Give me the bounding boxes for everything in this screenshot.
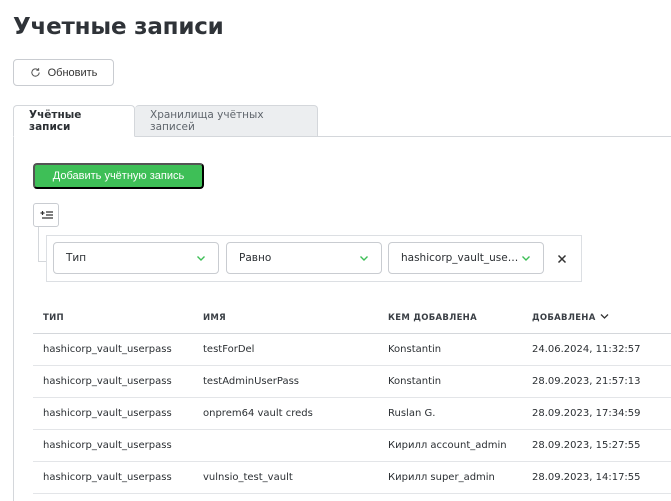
column-header-added[interactable]: ДОБАВЛЕНА: [522, 313, 671, 323]
cell-added-by: Konstantin: [388, 376, 442, 387]
cell-added: 28.09.2023, 17:34:59: [532, 408, 641, 419]
cell-added-by: Кирилл super_admin: [388, 472, 495, 483]
cell-added-by: Кирилл account_admin: [388, 440, 507, 451]
cell-added: 28.09.2023, 15:27:55: [532, 440, 641, 451]
refresh-button-label: Обновить: [47, 66, 98, 79]
sort-desc-icon: [600, 313, 609, 323]
cell-type: hashicorp_vault_userpass: [43, 440, 172, 451]
column-header-type[interactable]: ТИП: [33, 313, 193, 323]
filter-field-select[interactable]: Тип: [53, 242, 219, 274]
filter-operator-select[interactable]: Равно: [226, 242, 382, 274]
cell-added: 24.06.2024, 11:32:57: [532, 344, 641, 355]
cell-added-by: Konstantin: [388, 344, 442, 355]
tab-accounts[interactable]: Учётные записи: [13, 105, 135, 137]
remove-filter-button[interactable]: [555, 251, 569, 265]
table-header: ТИП ИМЯ КЕМ ДОБАВЛЕНА ДОБАВЛЕНА: [33, 302, 671, 334]
cell-type: hashicorp_vault_userpass: [43, 344, 172, 355]
cell-added-by: Ruslan G.: [388, 408, 436, 419]
add-account-button[interactable]: Добавить учётную запись: [33, 163, 204, 189]
cell-type: hashicorp_vault_userpass: [43, 408, 172, 419]
chevron-down-icon: [521, 253, 531, 263]
table-row[interactable]: hashicorp_vault_userpass testForDel Kons…: [33, 334, 671, 366]
table-row[interactable]: hashicorp_vault_userpass Кирилл account_…: [33, 430, 671, 462]
column-header-added-by[interactable]: КЕМ ДОБАВЛЕНА: [378, 313, 522, 323]
table-row[interactable]: hashicorp_vault_userpass vulnsio_test_va…: [33, 462, 671, 494]
table-row[interactable]: hashicorp_vault_userpass onprem64 vault …: [33, 398, 671, 430]
filter-toggle-button[interactable]: [33, 203, 59, 227]
column-header-name[interactable]: ИМЯ: [193, 313, 378, 323]
cell-added: 28.09.2023, 21:57:13: [532, 376, 641, 387]
column-header-added-label: ДОБАВЛЕНА: [532, 312, 596, 323]
filter-list-icon: [40, 206, 53, 225]
chevron-down-icon: [359, 253, 369, 263]
filter-value-select[interactable]: hashicorp_vault_userpass: [388, 242, 544, 274]
cell-name: vulnsio_test_vault: [203, 472, 293, 483]
cell-type: hashicorp_vault_userpass: [43, 472, 172, 483]
filter-operator-value: Равно: [239, 252, 272, 264]
close-icon: [557, 249, 567, 268]
cell-name: testAdminUserPass: [203, 376, 299, 387]
refresh-icon: [30, 67, 41, 78]
cell-name: testForDel: [203, 344, 255, 355]
tab-account-storages[interactable]: Хранилища учётных записей: [135, 105, 318, 137]
accounts-table: ТИП ИМЯ КЕМ ДОБАВЛЕНА ДОБАВЛЕНА hashicor…: [33, 302, 671, 494]
cell-type: hashicorp_vault_userpass: [43, 376, 172, 387]
page-title: Учетные записи: [13, 14, 224, 40]
tab-bar: Учётные записи Хранилища учётных записей: [13, 105, 318, 137]
filter-field-value: Тип: [66, 252, 87, 264]
refresh-button[interactable]: Обновить: [13, 59, 114, 86]
table-row[interactable]: hashicorp_vault_userpass testAdminUserPa…: [33, 366, 671, 398]
cell-added: 28.09.2023, 14:17:55: [532, 472, 641, 483]
chevron-down-icon: [196, 253, 206, 263]
cell-name: onprem64 vault creds: [203, 408, 313, 419]
filter-value-text: hashicorp_vault_userpass: [401, 252, 519, 264]
